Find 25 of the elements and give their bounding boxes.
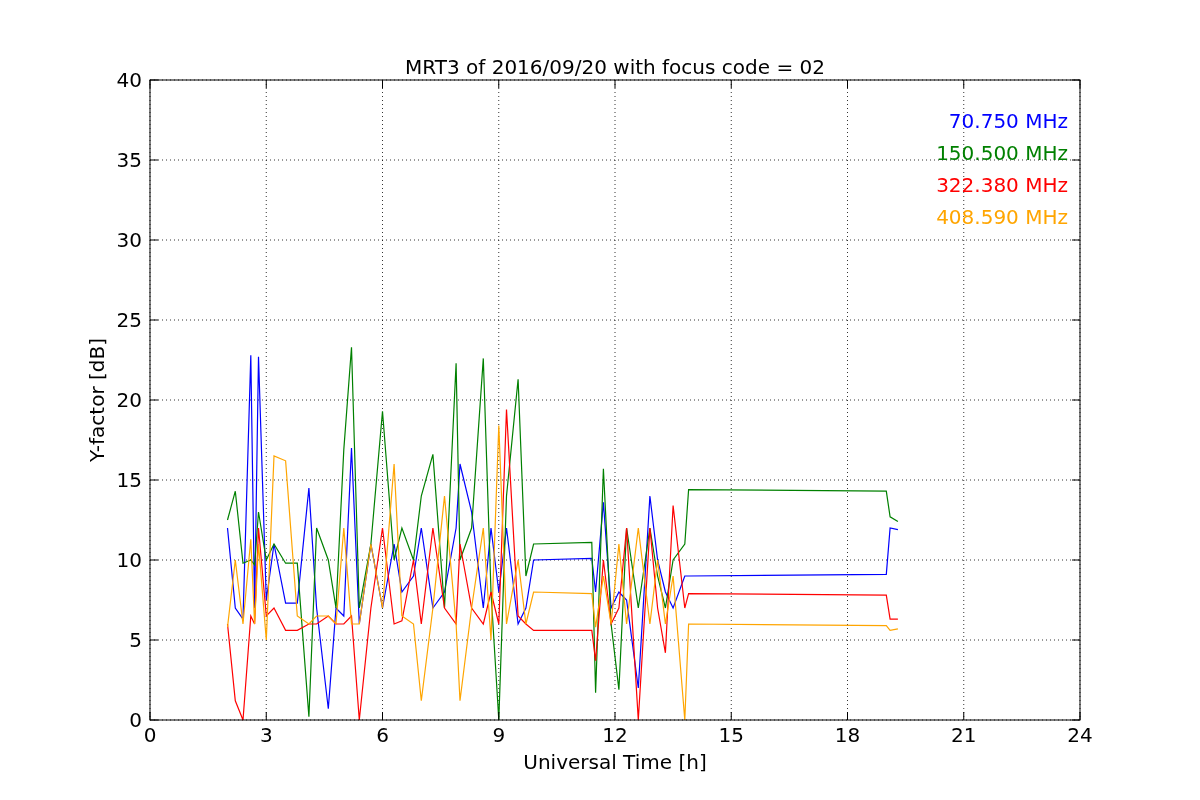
legend-label: 150.500 MHz <box>936 141 1068 165</box>
y-axis-label: Y-factor [dB] <box>85 338 109 462</box>
y-tick-label: 30 <box>116 228 142 252</box>
legend-label: 70.750 MHz <box>948 109 1068 133</box>
legend-label: 408.590 MHz <box>936 205 1068 229</box>
y-tick-label: 0 <box>129 708 142 732</box>
x-tick-label: 3 <box>259 723 273 747</box>
y-tick-label: 35 <box>116 148 142 172</box>
y-tick-label: 10 <box>116 548 142 572</box>
chart-title: MRT3 of 2016/09/20 with focus code = 02 <box>405 55 825 79</box>
x-tick-label: 21 <box>951 723 977 747</box>
y-tick-label: 20 <box>116 388 142 412</box>
x-tick-label: 6 <box>376 723 389 747</box>
x-tick-label: 9 <box>492 723 506 747</box>
y-tick-label: 40 <box>116 68 142 92</box>
legend-label: 322.380 MHz <box>936 173 1068 197</box>
x-axis-label: Universal Time [h] <box>523 750 707 774</box>
x-tick-label: 18 <box>834 723 861 747</box>
y-tick-label: 5 <box>129 628 142 652</box>
x-tick-label: 0 <box>143 723 157 747</box>
y-tick-label: 25 <box>116 308 142 332</box>
x-tick-label: 12 <box>602 723 628 747</box>
x-tick-label: 15 <box>718 723 744 747</box>
y-tick-label: 15 <box>116 468 142 492</box>
x-tick-label: 24 <box>1067 723 1093 747</box>
